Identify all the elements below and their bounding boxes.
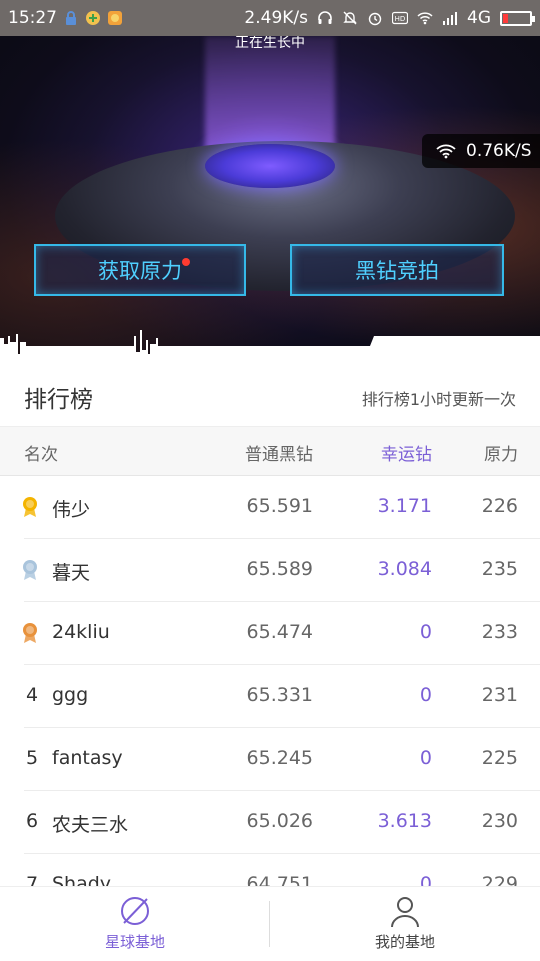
growing-status-text: 正在生长中 xyxy=(235,36,305,51)
user-name: 农夫三水 xyxy=(52,814,129,836)
col-force: 原力 xyxy=(484,445,518,465)
force-value: 225 xyxy=(481,747,518,769)
lucky-diamond-value: 0 xyxy=(419,621,432,643)
force-value: 233 xyxy=(481,621,518,643)
tab-my-base[interactable]: 我的基地 xyxy=(270,887,540,961)
normal-diamond-value: 65.331 xyxy=(246,684,313,706)
normal-diamond-value: 64.751 xyxy=(246,873,313,886)
lucky-diamond-value: 0 xyxy=(419,873,432,886)
signal-icon xyxy=(443,12,457,25)
lucky-diamond-value: 3.084 xyxy=(377,558,432,580)
tab-planet-base-label: 星球基地 xyxy=(104,933,165,951)
col-rank: 名次 xyxy=(24,445,58,465)
wifi-icon xyxy=(436,144,456,159)
ranking-row: 5 fantasy 65.245 0 225 xyxy=(24,728,540,791)
normal-diamond-value: 65.474 xyxy=(246,621,313,643)
user-name: ggg xyxy=(52,684,89,706)
status-time: 15:27 xyxy=(8,8,57,28)
hd-icon: HD xyxy=(392,11,408,25)
network-type: 4G xyxy=(467,8,491,28)
bronze-medal-icon xyxy=(23,623,37,643)
app-badge-icon xyxy=(108,11,122,25)
network-speed: 2.49K/s xyxy=(244,8,308,28)
gold-medal-icon xyxy=(23,497,37,517)
lucky-diamond-value: 0 xyxy=(419,684,432,706)
ranking-header: 排行榜 排行榜1小时更新一次 xyxy=(0,356,540,426)
normal-diamond-value: 65.591 xyxy=(246,495,313,517)
hero-banner: 正在生长中 0.76K/S 获取原力 黑钻竞拍 xyxy=(0,36,540,356)
user-name: 暮天 xyxy=(52,562,91,584)
ranking-row: 4 ggg 65.331 0 231 xyxy=(24,665,540,728)
notification-dot xyxy=(182,258,190,266)
ranking-row: 伟少 65.591 3.171 226 xyxy=(23,476,540,539)
user-name: Shady xyxy=(52,873,112,886)
col-lucky-diamond: 幸运钻 xyxy=(381,445,432,465)
ranking-column-header: 名次 普通黑钻 幸运钻 原力 xyxy=(0,426,540,476)
user-name: 伟少 xyxy=(52,499,91,521)
planet-icon xyxy=(121,897,149,925)
normal-diamond-value: 65.245 xyxy=(246,747,313,769)
force-value: 235 xyxy=(481,558,518,580)
rank-number: 5 xyxy=(25,747,39,769)
alarm-icon xyxy=(368,12,382,26)
normal-diamond-value: 65.026 xyxy=(246,810,313,832)
lucky-diamond-value: 3.171 xyxy=(377,495,432,517)
col-normal-diamond: 普通黑钻 xyxy=(245,445,313,465)
black-diamond-auction-button[interactable]: 黑钻竞拍 xyxy=(290,244,504,296)
ranking-list: 伟少 65.591 3.171 226 暮天 65.589 3.084 235 24kliu 65… xyxy=(0,476,540,886)
get-force-button[interactable]: 获取原力 xyxy=(34,244,246,296)
svg-text:HD: HD xyxy=(395,15,406,23)
app-notify-icon xyxy=(86,11,100,25)
force-value: 229 xyxy=(481,873,518,886)
ranking-row: 24kliu 65.474 0 233 xyxy=(23,602,540,665)
user-name: 24kliu xyxy=(52,621,110,643)
force-value: 231 xyxy=(481,684,518,706)
lucky-diamond-value: 0 xyxy=(419,747,432,769)
lock-icon xyxy=(66,11,76,25)
force-value: 226 xyxy=(481,495,518,517)
get-force-label: 获取原力 xyxy=(98,259,182,283)
wifi-icon xyxy=(417,12,433,25)
lucky-diamond-value: 3.613 xyxy=(377,810,432,832)
ranking-update-note: 排行榜1小时更新一次 xyxy=(361,390,516,409)
speed-value: 0.76K/S xyxy=(466,141,532,161)
tab-my-base-label: 我的基地 xyxy=(374,933,435,951)
silver-medal-icon xyxy=(23,560,37,580)
force-value: 230 xyxy=(481,810,518,832)
battery-icon xyxy=(500,10,535,26)
mute-bell-icon xyxy=(343,11,357,25)
rank-number: 7 xyxy=(25,873,39,886)
ranking-row: 暮天 65.589 3.084 235 xyxy=(23,539,540,602)
headphones-icon xyxy=(318,11,332,24)
ranking-title: 排行榜 xyxy=(24,387,93,413)
normal-diamond-value: 65.589 xyxy=(246,558,313,580)
user-name: fantasy xyxy=(52,747,123,769)
hero-bottom-edge xyxy=(0,330,540,356)
ranking-row: 7 Shady 64.751 0 229 xyxy=(24,854,540,886)
status-bar: 15:27 2.49K/s HD 4G xyxy=(0,0,540,36)
bottom-tab-bar: 星球基地 我的基地 xyxy=(0,886,540,961)
ranking-row: 6 农夫三水 65.026 3.613 230 xyxy=(24,791,540,854)
station-core xyxy=(205,144,335,188)
rank-number: 6 xyxy=(25,810,39,832)
tab-planet-base[interactable]: 星球基地 xyxy=(0,887,270,961)
rank-number: 4 xyxy=(25,684,39,706)
speed-badge: 0.76K/S xyxy=(422,134,540,168)
auction-label: 黑钻竞拍 xyxy=(355,259,439,283)
user-icon xyxy=(391,897,419,928)
